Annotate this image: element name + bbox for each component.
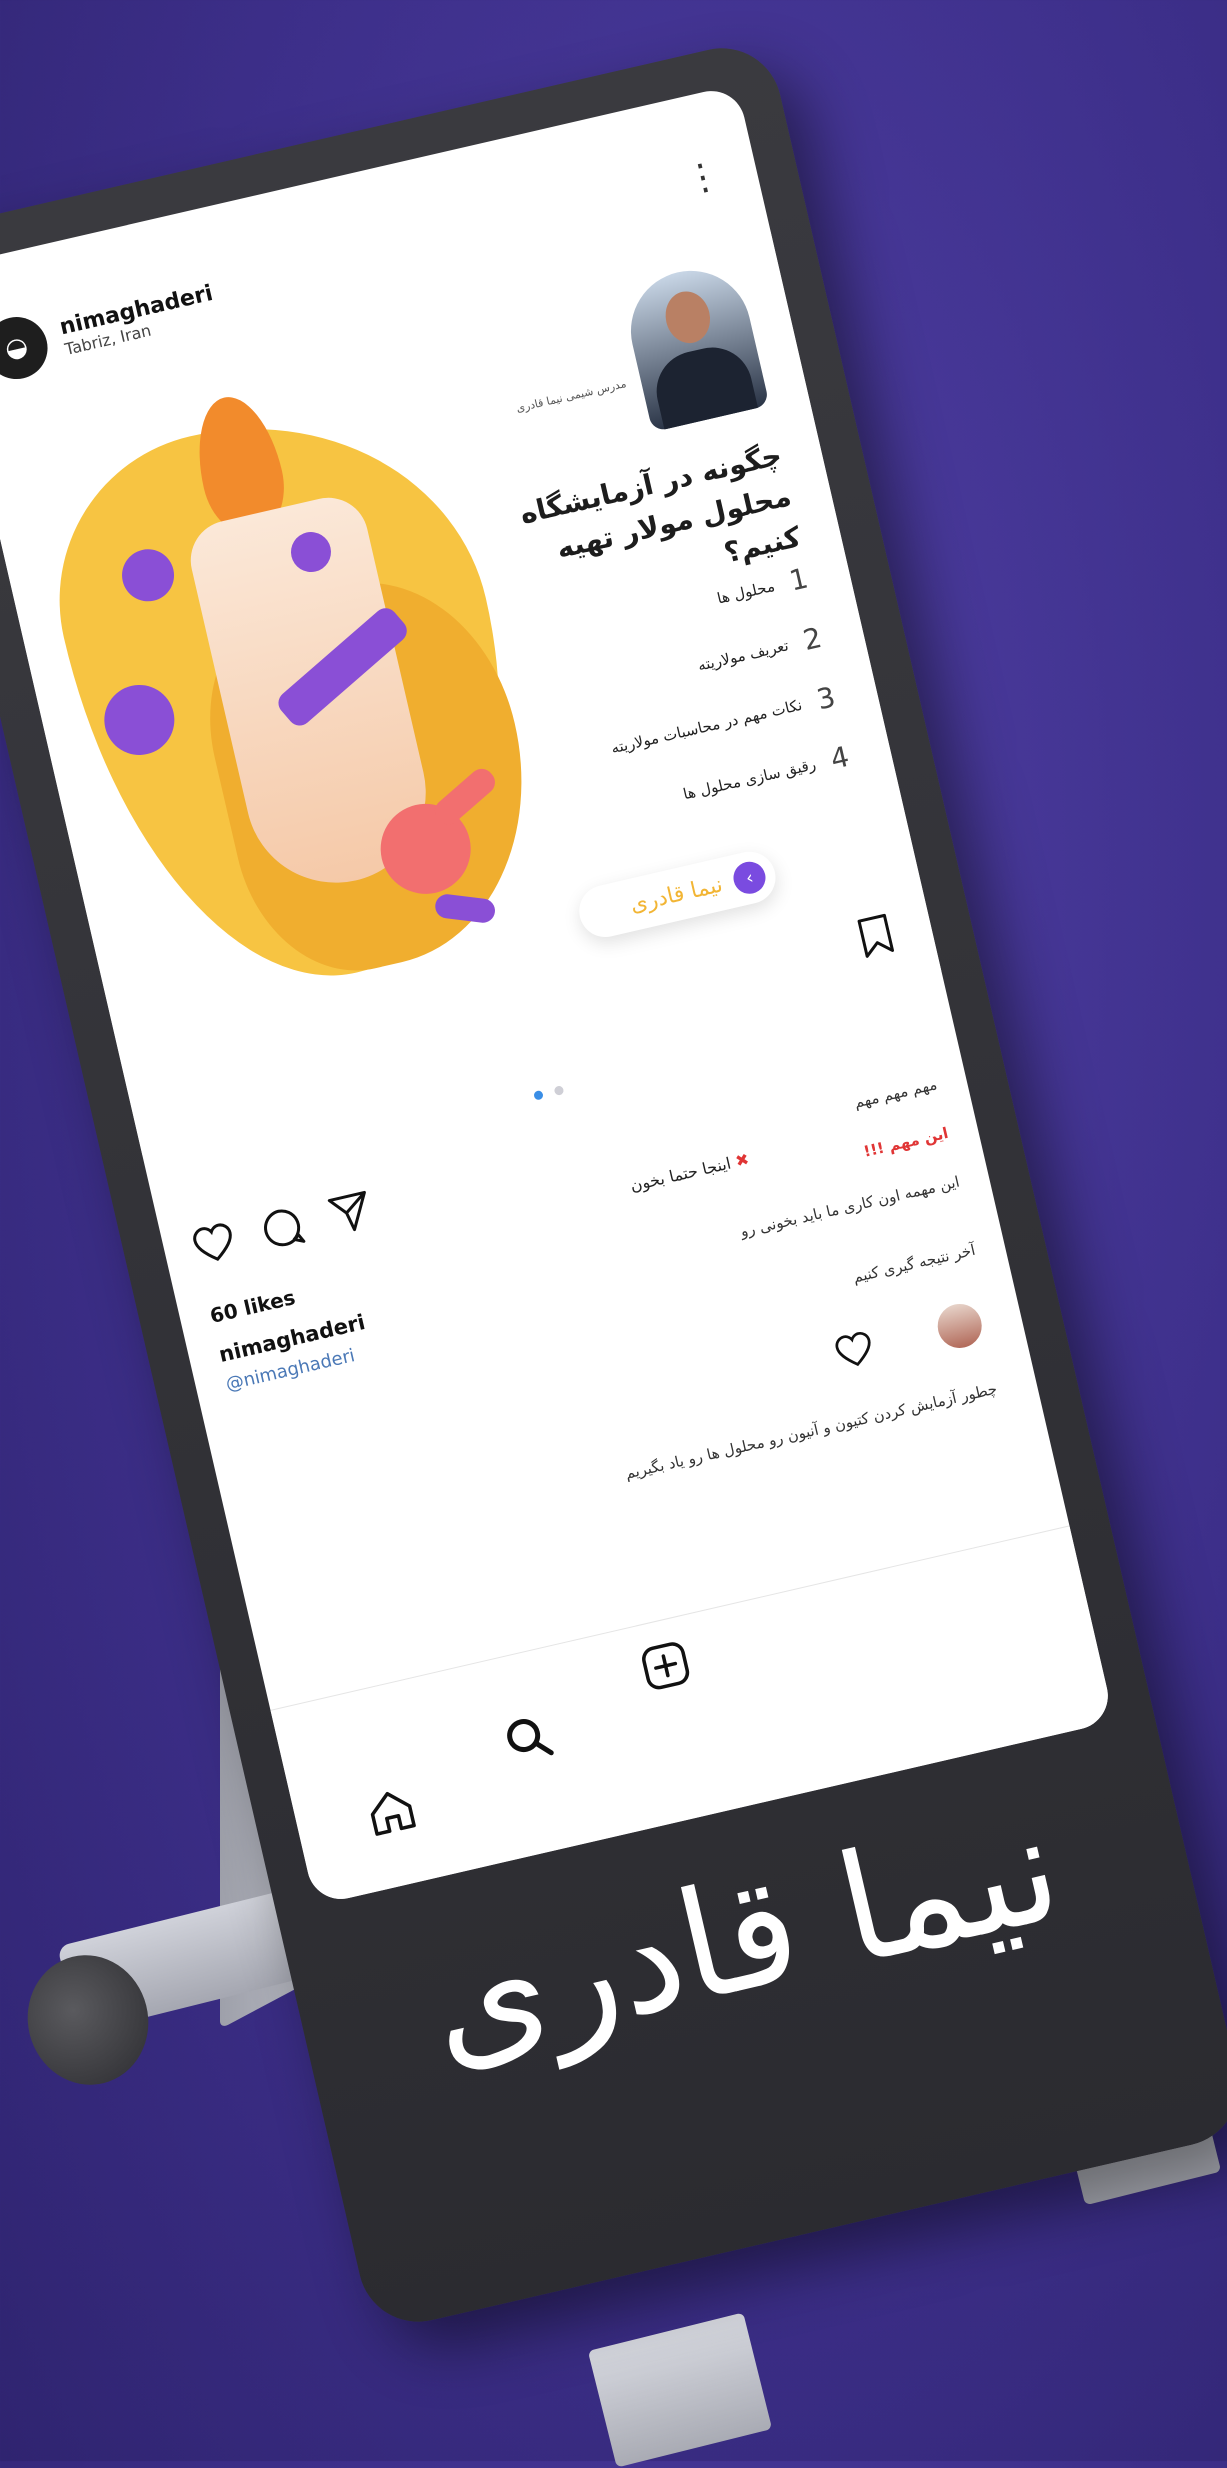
search-icon[interactable] — [498, 1709, 558, 1769]
carousel-dot[interactable] — [553, 1085, 564, 1097]
list-text: رقیق سازی محلول ها — [681, 754, 818, 803]
comment-heart-icon[interactable] — [830, 1326, 878, 1374]
author-suit — [648, 339, 761, 433]
cta-pill: نیما قادری ‹ — [574, 846, 781, 943]
home-icon[interactable] — [361, 1781, 421, 1841]
list-number: 3 — [813, 680, 839, 717]
list-text: نکات مهم در محاسبات مولاریته — [609, 695, 804, 757]
cta-text: نیما قادری — [627, 871, 726, 918]
author-photo — [619, 258, 770, 433]
cross-mark-icon: ✖ — [733, 1149, 751, 1171]
device-foot-left — [587, 2312, 773, 2468]
avatar-glyph: ◒ — [2, 330, 31, 366]
caption-line: این مهم !!! — [861, 1123, 950, 1161]
list-text: محلول ها — [715, 576, 777, 608]
comment-icon[interactable] — [256, 1201, 309, 1254]
author-caption: مدرس شیمی نیما قادری — [515, 376, 628, 415]
more-options-icon[interactable]: ⋮ — [681, 154, 725, 202]
profile-avatar[interactable]: ◒ — [0, 310, 54, 386]
list-text: تعریف مولاریته — [695, 635, 791, 675]
like-count[interactable]: 60 likes — [208, 1285, 298, 1328]
heart-icon[interactable] — [188, 1217, 241, 1270]
post-actions — [188, 1186, 377, 1270]
add-post-icon[interactable] — [636, 1636, 696, 1696]
bookmark-icon[interactable] — [855, 912, 896, 960]
user-block: nimaghaderi Tabriz, Iran — [57, 281, 219, 359]
carousel-dot-active[interactable] — [533, 1089, 545, 1101]
list-number: 1 — [786, 561, 812, 598]
post-image[interactable]: مدرس شیمی نیما قادری چگونه در آزمایشگاه … — [0, 230, 942, 1156]
instagram-screen: ◒ nimaghaderi Tabriz, Iran ⋮ مدرس شیمی ن… — [0, 84, 1115, 1906]
author-face — [660, 286, 716, 348]
commenter-avatar[interactable] — [933, 1299, 987, 1353]
list-number: 2 — [799, 620, 825, 658]
chevron-left-icon: ‹ — [730, 858, 769, 897]
list-number: 4 — [827, 739, 853, 776]
